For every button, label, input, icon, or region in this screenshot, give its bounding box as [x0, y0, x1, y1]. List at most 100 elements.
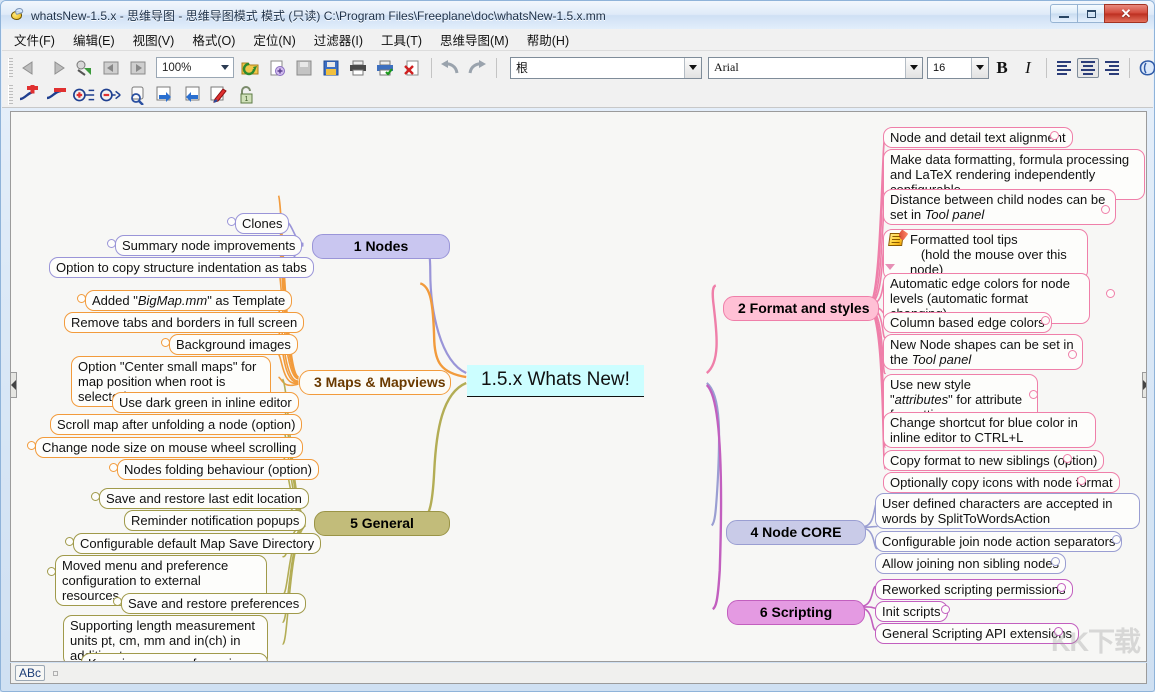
fold-dot-icon[interactable] [109, 463, 118, 472]
chevron-down-icon[interactable] [684, 58, 701, 78]
forward-node-icon[interactable] [152, 83, 178, 107]
unfold-triangle-icon[interactable] [885, 264, 895, 270]
undo-icon[interactable] [437, 56, 463, 80]
leaf-node-save-restore-last-edit-location[interactable]: Save and restore last edit location [99, 488, 309, 509]
forward-arrow-icon[interactable] [44, 56, 70, 80]
minimize-button[interactable] [1050, 4, 1078, 23]
leaf-node-change-shortcut-blue-color[interactable]: Change shortcut for blue color in inline… [883, 412, 1096, 448]
fold-dot-icon[interactable] [1077, 476, 1086, 485]
leaf-node-general-scripting-api-extensions[interactable]: General Scripting API extensions [875, 623, 1079, 644]
menu-filter[interactable]: 过滤器(I) [312, 28, 365, 51]
save-as-icon[interactable] [318, 56, 344, 80]
leaf-node-configurable-join-node-separators[interactable]: Configurable join node action separators [875, 531, 1122, 552]
leaf-node-new-node-shapes[interactable]: New Node shapes can be set in the Tool p… [883, 334, 1083, 370]
menu-mindmap[interactable]: 思维导图(M) [438, 28, 511, 51]
print-icon[interactable] [345, 56, 371, 80]
align-right-icon[interactable] [1101, 58, 1123, 78]
leaf-node-user-defined-characters-splittowords[interactable]: User defined characters are accepted in … [875, 493, 1140, 529]
back-node-icon[interactable] [179, 83, 205, 107]
leaf-node-column-based-edge-colors[interactable]: Column based edge colors [883, 312, 1052, 333]
add-child-icon[interactable] [71, 83, 97, 107]
leaf-node-keep-icon-name-user-icon[interactable]: Keep icon name of user icon if it's not … [81, 653, 268, 662]
leaf-node-nodes-folding-behaviour[interactable]: Nodes folding behaviour (option) [117, 459, 319, 480]
root-node[interactable]: 1.5.x Whats New! [467, 365, 644, 397]
fold-dot-icon[interactable] [65, 537, 74, 546]
previous-map-icon[interactable] [98, 56, 124, 80]
close-button[interactable]: ✕ [1104, 4, 1148, 23]
open-folder-icon[interactable] [237, 56, 263, 80]
leaf-node-distance-between-child-nodes[interactable]: Distance between child nodes can be set … [883, 189, 1116, 225]
back-arrow-icon[interactable] [17, 56, 43, 80]
branch-node-3-maps-mapviews[interactable]: 3 Maps & Mapviews [299, 370, 451, 395]
fold-dot-icon[interactable] [1057, 583, 1066, 592]
edit-node-icon[interactable] [206, 83, 232, 107]
branch-node-6-scripting[interactable]: 6 Scripting [727, 600, 865, 625]
leaf-node-change-node-size-mousewheel[interactable]: Change node size on mouse wheel scrollin… [35, 437, 303, 458]
redo-icon[interactable] [464, 56, 490, 80]
align-left-icon[interactable] [1053, 58, 1075, 78]
spellcheck-indicator[interactable]: ABc [15, 665, 45, 681]
remove-child-icon[interactable] [98, 83, 124, 107]
leaf-node-clones[interactable]: Clones [235, 213, 289, 234]
menu-view[interactable]: 视图(V) [131, 28, 177, 51]
leaf-node-save-restore-preferences[interactable]: Save and restore preferences [121, 593, 306, 614]
maximize-button[interactable] [1077, 4, 1105, 23]
menu-navigate[interactable]: 定位(N) [251, 28, 297, 51]
menu-help[interactable]: 帮助(H) [525, 28, 571, 51]
leaf-node-option-copy-structure-indentation[interactable]: Option to copy structure indentation as … [49, 257, 314, 278]
menu-edit[interactable]: 编辑(E) [71, 28, 117, 51]
leaf-node-reminder-notification-popups[interactable]: Reminder notification popups [124, 510, 306, 531]
new-map-icon[interactable] [264, 56, 290, 80]
fold-dot-icon[interactable] [1029, 390, 1038, 399]
leaf-node-scroll-map-after-unfolding[interactable]: Scroll map after unfolding a node (optio… [50, 414, 302, 435]
find-icon[interactable] [125, 83, 151, 107]
branch-node-1-nodes[interactable]: 1 Nodes [312, 234, 450, 259]
menu-format[interactable]: 格式(O) [190, 28, 237, 51]
lock-icon[interactable]: 1 [233, 83, 259, 107]
branch-node-2-format-and-styles[interactable]: 2 Format and styles [723, 296, 879, 321]
next-map-icon[interactable] [125, 56, 151, 80]
leaf-node-configurable-default-map-save-directory[interactable]: Configurable default Map Save Directory [73, 533, 321, 554]
fold-dot-icon[interactable] [1041, 316, 1050, 325]
fold-dot-icon[interactable] [1101, 205, 1110, 214]
leaf-node-added-bigmap-template[interactable]: Added "BigMap.mm" as Template [85, 290, 292, 311]
italic-button[interactable]: I [1016, 56, 1040, 80]
fold-dot-icon[interactable] [77, 294, 86, 303]
fold-dot-icon[interactable] [1068, 350, 1077, 359]
fold-dot-icon[interactable] [1051, 557, 1060, 566]
leaf-node-allow-joining-non-sibling-nodes[interactable]: Allow joining non sibling nodes [875, 553, 1066, 574]
fold-dot-icon[interactable] [161, 338, 170, 347]
scroll-right-nib[interactable] [1142, 372, 1147, 398]
align-center-icon[interactable] [1077, 58, 1099, 78]
leaf-node-reworked-scripting-permissions[interactable]: Reworked scripting permissions [875, 579, 1073, 600]
fold-dot-icon[interactable] [1106, 289, 1115, 298]
chevron-down-icon[interactable] [971, 58, 988, 78]
bold-button[interactable]: B [990, 56, 1014, 80]
fold-dot-icon[interactable] [113, 597, 122, 606]
toolbar-grip[interactable] [8, 58, 13, 78]
fold-dot-icon[interactable] [47, 567, 56, 576]
fold-dot-icon[interactable] [941, 605, 950, 614]
leaf-node-init-scripts[interactable]: Init scripts [875, 601, 948, 622]
scroll-left-nib[interactable] [10, 372, 17, 398]
fold-dot-icon[interactable] [1063, 454, 1072, 463]
remove-node-icon[interactable] [44, 83, 70, 107]
font-combo[interactable]: Arial [708, 57, 923, 79]
save-icon[interactable] [291, 56, 317, 80]
print-preview-icon[interactable] [372, 56, 398, 80]
leaf-node-summary-node-improvements[interactable]: Summary node improvements [115, 235, 302, 256]
menu-file[interactable]: 文件(F) [12, 28, 57, 51]
branch-node-5-general[interactable]: 5 General [314, 511, 450, 536]
fold-dot-icon[interactable] [91, 492, 100, 501]
add-node-icon[interactable] [17, 83, 43, 107]
fold-dot-icon[interactable] [227, 217, 236, 226]
leaf-node-background-images[interactable]: Background images [169, 334, 298, 355]
leaf-node-dark-green-inline-editor[interactable]: Use dark green in inline editor [112, 392, 299, 413]
leaf-node-remove-tabs-borders-fullscreen[interactable]: Remove tabs and borders in full screen [64, 312, 304, 333]
menu-tools[interactable]: 工具(T) [379, 28, 424, 51]
chevron-down-icon[interactable] [905, 58, 922, 78]
close-map-icon[interactable] [399, 56, 425, 80]
fold-dot-icon[interactable] [1112, 535, 1121, 544]
style-combo[interactable]: 根 [510, 57, 702, 79]
fold-dot-icon[interactable] [1050, 131, 1059, 140]
